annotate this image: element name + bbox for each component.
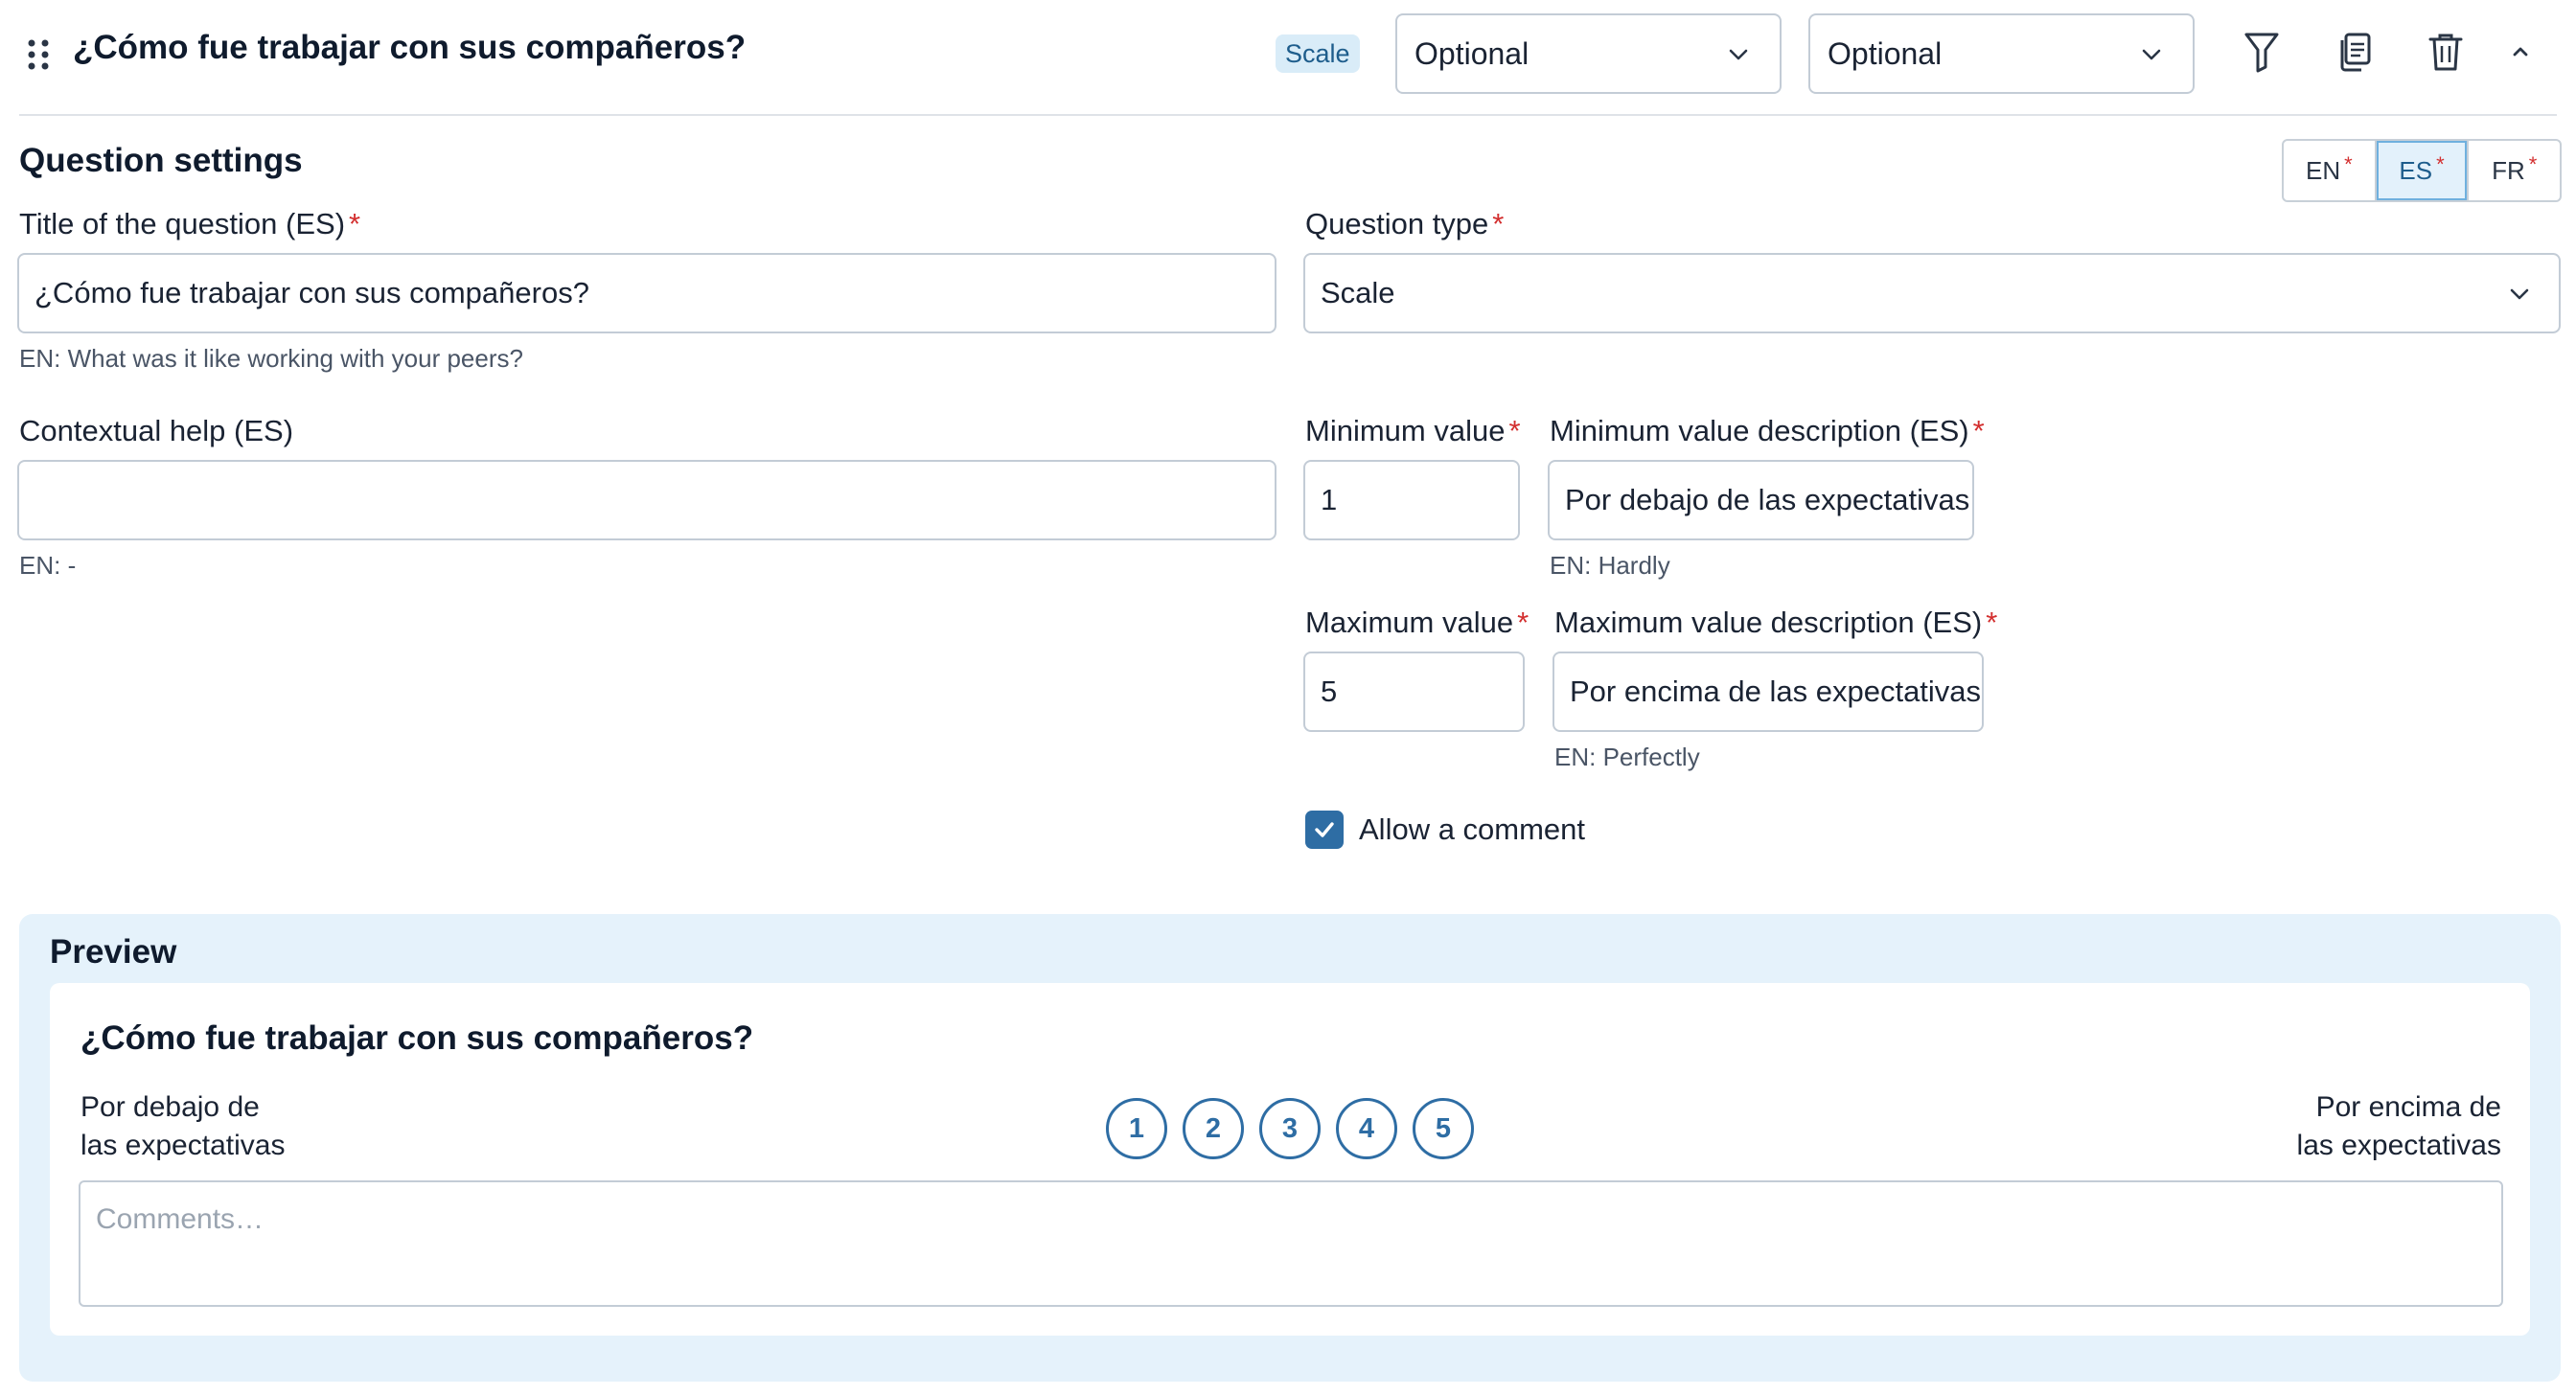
required-mark: *	[2436, 152, 2445, 176]
max-label-line: Por encima de	[2315, 1091, 2501, 1123]
title-input-value: ¿Cómo fue trabajar con sus compañeros?	[34, 276, 589, 309]
max-value-value: 5	[1321, 675, 1338, 708]
header-divider	[19, 114, 2557, 116]
lang-code: ES	[2399, 155, 2433, 185]
title-input[interactable]: ¿Cómo fue trabajar con sus compañeros?	[17, 253, 1276, 333]
label-text: Question type	[1305, 207, 1489, 240]
preview-max-label: Por encima de las expectativas	[2204, 1088, 2501, 1165]
min-label-line: Por debajo de	[80, 1091, 260, 1123]
min-desc-input[interactable]: Por debajo de las expectativas	[1548, 460, 1974, 540]
trash-icon[interactable]	[2419, 25, 2472, 79]
max-label-line: las expectativas	[2296, 1130, 2501, 1161]
max-value-label: Maximum value *	[1305, 606, 1529, 640]
label-text: Minimum value	[1305, 414, 1506, 447]
contextual-help-label: Contextual help (ES)	[19, 414, 294, 447]
max-desc-value: Por encima de las expectativas	[1570, 675, 1982, 708]
preview-title: Preview	[50, 933, 177, 971]
required-mark: *	[1517, 606, 1530, 639]
required-mark: *	[1508, 414, 1521, 447]
drag-handle-icon[interactable]	[27, 38, 50, 71]
scale-option-4[interactable]: 4	[1336, 1098, 1397, 1159]
allow-comment-label: Allow a comment	[1359, 812, 1586, 846]
filter-icon[interactable]	[2235, 25, 2288, 79]
comment-placeholder: Comments…	[96, 1203, 264, 1235]
min-desc-label: Minimum value description (ES) *	[1550, 414, 1985, 448]
optional-select-2[interactable]: Optional	[1808, 13, 2195, 94]
contextual-help-hint: EN: -	[19, 551, 77, 580]
min-label-line: las expectativas	[80, 1130, 286, 1161]
optional-select-1-value: Optional	[1414, 36, 1530, 71]
lang-code: FR	[2492, 155, 2525, 185]
lang-tab-fr[interactable]: FR *	[2469, 141, 2560, 200]
required-mark: *	[349, 207, 361, 240]
label-text: Maximum value	[1305, 606, 1514, 639]
contextual-help-input[interactable]	[17, 460, 1276, 540]
allow-comment-checkbox[interactable]	[1305, 811, 1344, 849]
max-desc-hint: EN: Perfectly	[1554, 743, 1700, 771]
preview-min-label: Por debajo de las expectativas	[80, 1088, 285, 1165]
scale-option-5[interactable]: 5	[1413, 1098, 1474, 1159]
min-value-value: 1	[1321, 483, 1338, 516]
chevron-down-icon	[2142, 49, 2161, 60]
lang-tab-en[interactable]: EN *	[2284, 141, 2377, 200]
checkmark-icon	[1315, 822, 1334, 837]
chevron-up-icon[interactable]	[2494, 25, 2547, 79]
label-text: Title of the question (ES)	[19, 207, 346, 240]
question-header-title: ¿Cómo fue trabajar con sus compañeros?	[73, 29, 747, 66]
required-mark: *	[2344, 152, 2353, 176]
title-hint: EN: What was it like working with your p…	[19, 344, 523, 373]
chevron-down-icon	[2510, 288, 2529, 300]
optional-select-2-value: Optional	[1828, 36, 1943, 71]
max-desc-label: Maximum value description (ES) *	[1554, 606, 1997, 640]
label-text: Maximum value description (ES)	[1554, 606, 1983, 639]
required-mark: *	[1972, 414, 1985, 447]
lang-tab-es[interactable]: ES *	[2376, 141, 2470, 200]
scale-option-3[interactable]: 3	[1259, 1098, 1321, 1159]
label-text: Minimum value description (ES)	[1550, 414, 1969, 447]
title-field-label: Title of the question (ES) *	[19, 207, 360, 241]
lang-code: EN	[2305, 155, 2341, 185]
required-mark: *	[2528, 152, 2538, 176]
copy-icon[interactable]	[2327, 25, 2380, 79]
max-value-input[interactable]: 5	[1303, 652, 1525, 732]
min-value-label: Minimum value *	[1305, 414, 1521, 448]
section-title: Question settings	[19, 142, 303, 179]
min-value-input[interactable]: 1	[1303, 460, 1520, 540]
question-type-label: Question type *	[1305, 207, 1504, 241]
chevron-down-icon	[1729, 49, 1748, 60]
scale-option-2[interactable]: 2	[1183, 1098, 1244, 1159]
optional-select-1[interactable]: Optional	[1395, 13, 1782, 94]
language-switcher: EN * ES * FR *	[2282, 139, 2562, 202]
scale-option-1[interactable]: 1	[1106, 1098, 1167, 1159]
preview-question-title: ¿Cómo fue trabajar con sus compañeros?	[80, 1019, 754, 1057]
min-desc-value: Por debajo de las expectativas	[1565, 483, 1970, 516]
question-type-tag: Scale	[1276, 34, 1360, 73]
required-mark: *	[1492, 207, 1505, 240]
preview-comment-textarea[interactable]: Comments…	[79, 1180, 2503, 1307]
question-type-value: Scale	[1321, 276, 1395, 309]
required-mark: *	[1986, 606, 1998, 639]
max-desc-input[interactable]: Por encima de las expectativas	[1552, 652, 1984, 732]
min-desc-hint: EN: Hardly	[1550, 551, 1670, 580]
question-type-select[interactable]: Scale	[1303, 253, 2561, 333]
